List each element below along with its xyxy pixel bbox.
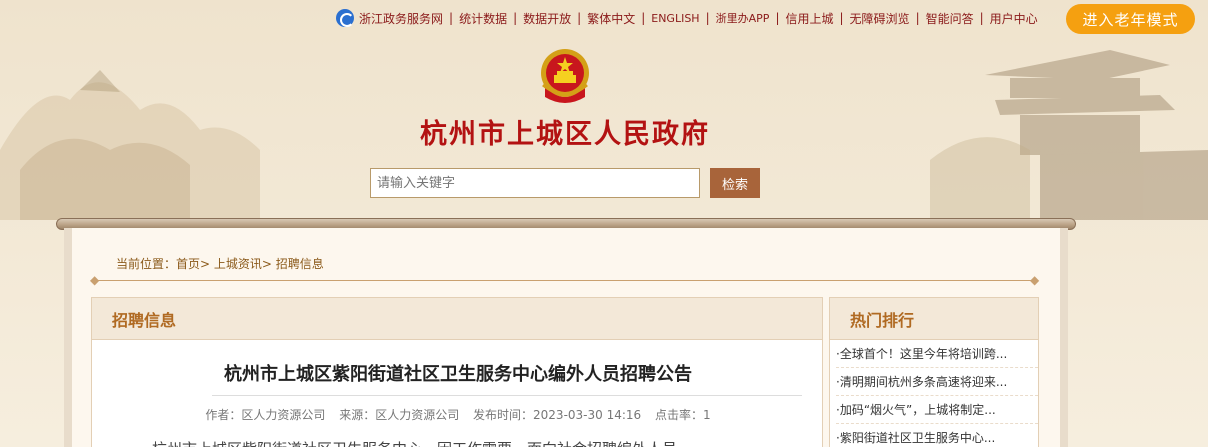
breadcrumb: 当前位置：首页> 上城资讯> 招聘信息 <box>116 257 324 271</box>
national-emblem-icon <box>541 49 589 103</box>
breadcrumb-prefix: 当前位置： <box>116 257 177 271</box>
list-item[interactable]: ·加码“烟火气”，上城将制定... <box>836 396 1038 424</box>
hot-ranking-box: 热门排行 ·全球首个！这里今年将培训跨... ·清明期间杭州多条高速将迎来...… <box>829 297 1039 447</box>
article-title: 杭州市上城区紫阳街道社区卫生服务中心编外人员招聘公告 <box>224 364 692 385</box>
nav-traditional-chinese[interactable]: 繁体中文 <box>581 10 641 27</box>
meta-clicks: 点击率：1 <box>655 408 711 422</box>
list-item[interactable]: ·紫阳街道社区卫生服务中心... <box>836 424 1038 447</box>
top-nav: 浙江政务服务网 | 统计数据 | 数据开放 | 繁体中文 | ENGLISH |… <box>336 8 1044 28</box>
section-title: 招聘信息 <box>92 298 822 340</box>
nav-english[interactable]: ENGLISH <box>645 12 705 25</box>
nav-open-data[interactable]: 数据开放 <box>517 10 577 27</box>
hot-ranking-title: 热门排行 <box>830 298 1038 340</box>
meta-divider <box>212 395 802 396</box>
meta-source: 来源：区人力资源公司 <box>339 408 460 422</box>
list-item[interactable]: ·清明期间杭州多条高速将迎来... <box>836 368 1038 396</box>
divider-ornament-right: ◆ <box>1030 273 1040 287</box>
nav-zj-gov-service[interactable]: 浙江政务服务网 <box>357 10 449 27</box>
zhejiang-gov-logo-icon <box>336 9 354 27</box>
article-box: 招聘信息 杭州市上城区紫阳街道社区卫生服务中心编外人员招聘公告 作者：区人力资源… <box>91 297 823 447</box>
meta-published: 发布时间：2023-03-30 14:16 <box>473 408 642 422</box>
article-body: 杭州市上城区紫阳街道社区卫生服务中心，因工作需要，面向社会招聘编外人员， <box>152 438 692 447</box>
search-input[interactable] <box>370 168 700 198</box>
breadcrumb-news[interactable]: 上城资讯 <box>214 257 262 271</box>
list-item[interactable]: ·全球首个！这里今年将培训跨... <box>836 340 1038 368</box>
hot-ranking-list: ·全球首个！这里今年将培训跨... ·清明期间杭州多条高速将迎来... ·加码“… <box>830 340 1038 447</box>
breadcrumb-home[interactable]: 首页 <box>176 257 200 271</box>
nav-smart-qa[interactable]: 智能问答 <box>920 10 980 27</box>
breadcrumb-divider <box>96 280 1036 281</box>
breadcrumb-recruitment[interactable]: 招聘信息 <box>276 257 324 271</box>
nav-statistics[interactable]: 统计数据 <box>453 10 513 27</box>
nav-accessibility[interactable]: 无障碍浏览 <box>844 10 916 27</box>
nav-credit-shangcheng[interactable]: 信用上城 <box>779 10 839 27</box>
elder-mode-button[interactable]: 进入老年模式 <box>1066 4 1195 34</box>
article-meta: 作者：区人力资源公司 来源：区人力资源公司 发布时间：2023-03-30 14… <box>92 406 824 423</box>
meta-author: 作者：区人力资源公司 <box>205 408 326 422</box>
nav-zheliban-app[interactable]: 浙里办APP <box>710 10 776 26</box>
search-button[interactable]: 检索 <box>710 168 760 198</box>
site-title: 杭州市上城区人民政府 <box>420 119 710 150</box>
nav-user-center[interactable]: 用户中心 <box>984 10 1044 27</box>
